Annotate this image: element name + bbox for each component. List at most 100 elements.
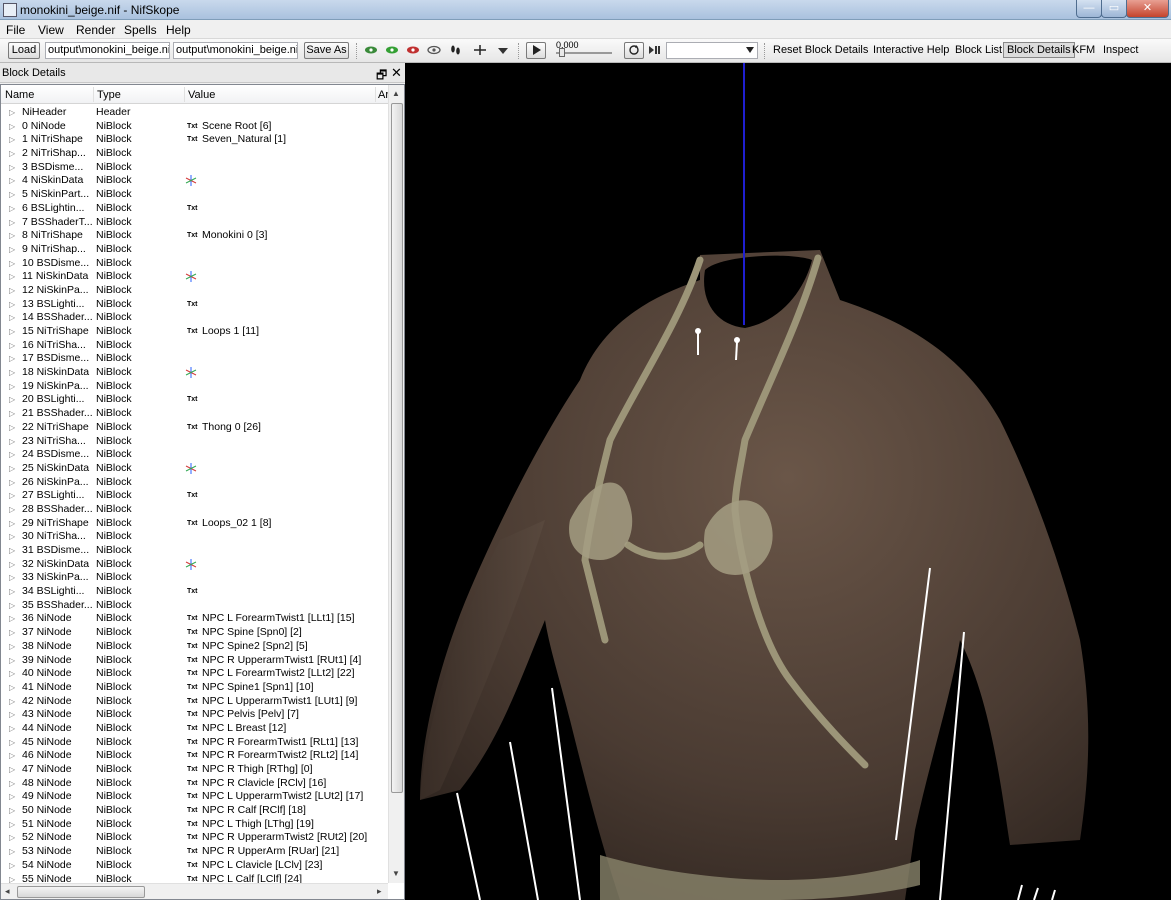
expand-arrow-icon[interactable]: ▷ (9, 736, 15, 750)
block-details-button[interactable]: Block Details (1003, 42, 1075, 58)
tree-row[interactable]: ▷ 2 NiTriShap... NiBlock (1, 147, 388, 161)
inspect-button[interactable]: Inspect (1103, 44, 1138, 56)
scroll-thumb[interactable] (391, 103, 403, 793)
tree-row[interactable]: ▷ 17 BSDisme... NiBlock (1, 352, 388, 366)
expand-arrow-icon[interactable]: ▷ (9, 339, 15, 353)
expand-arrow-icon[interactable]: ▷ (9, 845, 15, 859)
expand-arrow-icon[interactable]: ▷ (9, 708, 15, 722)
animation-select[interactable] (666, 42, 758, 59)
expand-arrow-icon[interactable]: ▷ (9, 257, 15, 271)
save-path-input[interactable]: output\monokini_beige.nif (173, 42, 298, 59)
tree-row[interactable]: ▷ 16 NiTriSha... NiBlock (1, 339, 388, 353)
render-viewport[interactable] (409, 63, 1171, 900)
tree-row[interactable]: ▷ 33 NiSkinPa... NiBlock (1, 571, 388, 585)
footprints-icon[interactable] (448, 44, 462, 56)
tree-row[interactable]: ▷ 0 NiNode NiBlock Txt Scene Root [6] (1, 120, 388, 134)
tree-row[interactable]: ▷ 1 NiTriShape NiBlock Txt Seven_Natural [1] (1, 133, 388, 147)
expand-arrow-icon[interactable]: ▷ (9, 229, 15, 243)
scroll-right-icon[interactable]: ▸ (377, 886, 382, 897)
expand-arrow-icon[interactable]: ▷ (9, 722, 15, 736)
expand-arrow-icon[interactable]: ▷ (9, 120, 15, 134)
reset-block-details-button[interactable]: Reset Block Details (773, 44, 868, 56)
expand-arrow-icon[interactable]: ▷ (9, 517, 15, 531)
expand-arrow-icon[interactable]: ▷ (9, 421, 15, 435)
expand-arrow-icon[interactable]: ▷ (9, 667, 15, 681)
tree-row[interactable]: ▷ 50 NiNode NiBlock Txt NPC R Calf [RClf] [1… (1, 804, 388, 818)
expand-arrow-icon[interactable]: ▷ (9, 612, 15, 626)
expand-arrow-icon[interactable]: ▷ (9, 284, 15, 298)
expand-arrow-icon[interactable]: ▷ (9, 489, 15, 503)
expand-arrow-icon[interactable]: ▷ (9, 599, 15, 613)
tree-row[interactable]: ▷ 39 NiNode NiBlock Txt NPC R UpperarmTwist1… (1, 654, 388, 668)
tree-row[interactable]: ▷ 10 BSDisme... NiBlock (1, 257, 388, 271)
tree-row[interactable]: ▷ 15 NiTriShape NiBlock Txt Loops 1 [11] (1, 325, 388, 339)
expand-arrow-icon[interactable]: ▷ (9, 462, 15, 476)
scroll-down-icon[interactable]: ▼ (392, 869, 400, 878)
tree-row[interactable]: ▷ 22 NiTriShape NiBlock Txt Thong 0 [26] (1, 421, 388, 435)
expand-arrow-icon[interactable]: ▷ (9, 174, 15, 188)
expand-arrow-icon[interactable]: ▷ (9, 749, 15, 763)
expand-arrow-icon[interactable]: ▷ (9, 393, 15, 407)
tree-row[interactable]: ▷ 35 BSShader... NiBlock (1, 599, 388, 613)
scroll-up-icon[interactable]: ▲ (392, 89, 400, 98)
expand-arrow-icon[interactable]: ▷ (9, 626, 15, 640)
tree-row[interactable]: ▷ 54 NiNode NiBlock Txt NPC L Clavicle [LClv… (1, 859, 388, 873)
tree-row[interactable]: ▷ 12 NiSkinPa... NiBlock (1, 284, 388, 298)
play-button[interactable] (526, 42, 546, 59)
column-name[interactable]: Name (5, 89, 34, 101)
load-path-input[interactable]: output\monokini_beige.nif (45, 42, 170, 59)
eye-outline-icon[interactable] (427, 44, 441, 56)
menu-file[interactable]: File (6, 23, 25, 37)
horizontal-scrollbar[interactable]: ◂ ▸ (1, 883, 388, 899)
expand-arrow-icon[interactable]: ▷ (9, 352, 15, 366)
expand-arrow-icon[interactable]: ▷ (9, 681, 15, 695)
move-icon[interactable] (473, 44, 487, 56)
tree-row[interactable]: ▷ 18 NiSkinData NiBlock (1, 366, 388, 380)
block-tree[interactable]: Name Type Value Ar ▷ NiHeader Header ▷ 0 NiN… (0, 84, 405, 900)
column-type[interactable]: Type (97, 89, 121, 101)
expand-arrow-icon[interactable]: ▷ (9, 188, 15, 202)
loop-button[interactable] (624, 42, 644, 59)
expand-arrow-icon[interactable]: ▷ (9, 202, 15, 216)
expand-arrow-icon[interactable]: ▷ (9, 147, 15, 161)
expand-arrow-icon[interactable]: ▷ (9, 763, 15, 777)
expand-arrow-icon[interactable]: ▷ (9, 161, 15, 175)
expand-arrow-icon[interactable]: ▷ (9, 777, 15, 791)
tree-row[interactable]: ▷ 43 NiNode NiBlock Txt NPC Pelvis [Pelv] [7… (1, 708, 388, 722)
menu-view[interactable]: View (38, 23, 64, 37)
expand-arrow-icon[interactable]: ▷ (9, 106, 15, 120)
tree-row[interactable]: ▷ 5 NiSkinPart... NiBlock (1, 188, 388, 202)
expand-arrow-icon[interactable]: ▷ (9, 544, 15, 558)
kfm-button[interactable]: KFM (1072, 44, 1095, 56)
interactive-help-button[interactable]: Interactive Help (873, 44, 949, 56)
time-slider-handle[interactable] (559, 48, 565, 57)
tree-row[interactable]: ▷ 26 NiSkinPa... NiBlock (1, 476, 388, 490)
tree-row[interactable]: ▷ 32 NiSkinData NiBlock (1, 558, 388, 572)
tree-row[interactable]: ▷ 7 BSShaderT... NiBlock (1, 216, 388, 230)
save-as-button[interactable]: Save As (304, 42, 349, 59)
tree-row[interactable]: ▷ 49 NiNode NiBlock Txt NPC L UpperarmTwist2… (1, 790, 388, 804)
expand-arrow-icon[interactable]: ▷ (9, 503, 15, 517)
expand-arrow-icon[interactable]: ▷ (9, 804, 15, 818)
tree-row[interactable]: ▷ NiHeader Header (1, 106, 388, 120)
expand-arrow-icon[interactable]: ▷ (9, 407, 15, 421)
tree-row[interactable]: ▷ 25 NiSkinData NiBlock (1, 462, 388, 476)
tree-row[interactable]: ▷ 46 NiNode NiBlock Txt NPC R ForearmTwist2 … (1, 749, 388, 763)
dropdown-arrow-icon[interactable] (496, 44, 510, 56)
minimize-button[interactable]: — (1076, 0, 1102, 18)
expand-arrow-icon[interactable]: ▷ (9, 380, 15, 394)
scroll-left-icon[interactable]: ◂ (5, 886, 10, 897)
tree-row[interactable]: ▷ 30 NiTriSha... NiBlock (1, 530, 388, 544)
tree-row[interactable]: ▷ 38 NiNode NiBlock Txt NPC Spine2 [Spn2] [5… (1, 640, 388, 654)
tree-row[interactable]: ▷ 9 NiTriShap... NiBlock (1, 243, 388, 257)
expand-arrow-icon[interactable]: ▷ (9, 476, 15, 490)
tree-row[interactable]: ▷ 34 BSLighti... NiBlock Txt (1, 585, 388, 599)
tree-row[interactable]: ▷ 27 BSLighti... NiBlock Txt (1, 489, 388, 503)
tree-row[interactable]: ▷ 44 NiNode NiBlock Txt NPC L Breast [12] (1, 722, 388, 736)
tree-row[interactable]: ▷ 21 BSShader... NiBlock (1, 407, 388, 421)
expand-arrow-icon[interactable]: ▷ (9, 133, 15, 147)
menu-render[interactable]: Render (76, 23, 115, 37)
expand-arrow-icon[interactable]: ▷ (9, 216, 15, 230)
tree-row[interactable]: ▷ 40 NiNode NiBlock Txt NPC L ForearmTwist2 … (1, 667, 388, 681)
tree-row[interactable]: ▷ 14 BSShader... NiBlock (1, 311, 388, 325)
